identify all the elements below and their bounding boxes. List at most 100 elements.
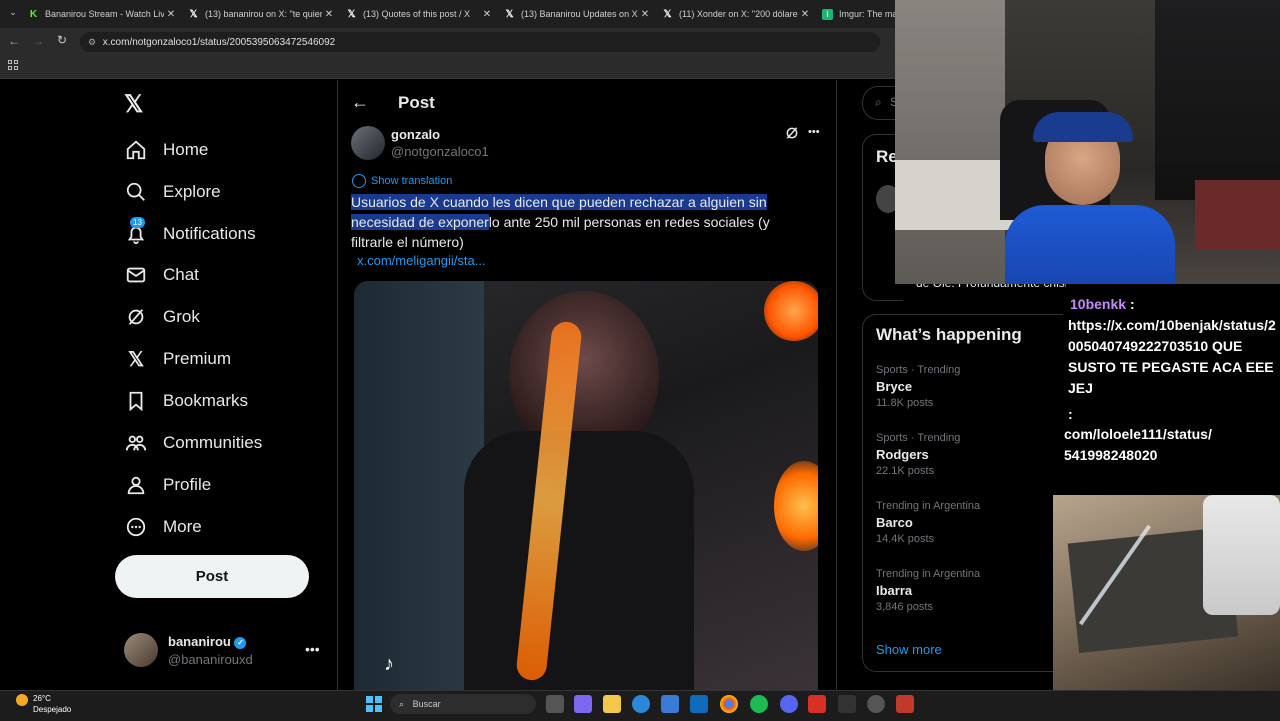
forward-arrow-icon[interactable]: → bbox=[32, 34, 44, 48]
back-arrow-icon[interactable]: ← bbox=[351, 92, 369, 113]
sidebar-item-chat[interactable]: Chat bbox=[124, 260, 199, 290]
discord-icon[interactable] bbox=[780, 695, 798, 713]
trend-item[interactable]: Sports · Trending Bryce 11.8K posts bbox=[876, 364, 1046, 409]
grok-icon[interactable] bbox=[785, 126, 799, 140]
windows-start-icon[interactable] bbox=[366, 696, 382, 712]
edge-icon[interactable] bbox=[632, 695, 650, 713]
sidebar-item-bookmarks[interactable]: Bookmarks bbox=[124, 386, 248, 416]
file-explorer-icon[interactable] bbox=[603, 695, 621, 713]
apps-grid-icon[interactable] bbox=[8, 60, 18, 70]
sidebar-item-label: Explore bbox=[163, 182, 221, 201]
trend-item[interactable]: Trending in Argentina Barco 14.4K posts bbox=[876, 500, 1046, 545]
sidebar-item-communities[interactable]: Communities bbox=[124, 428, 262, 458]
tab-label: (11) Xonder on X: "200 dólares bbox=[679, 9, 798, 19]
sidebar-item-explore[interactable]: Explore bbox=[124, 177, 221, 207]
post-link[interactable]: x.com/meligangii/sta... bbox=[357, 253, 486, 268]
x-icon: 𝕏 bbox=[663, 8, 672, 20]
app-icon[interactable] bbox=[838, 695, 856, 713]
sidebar-item-premium[interactable]: 𝕏 Premium bbox=[124, 344, 231, 374]
chat-line: 541998248020 bbox=[1064, 447, 1158, 463]
avatar[interactable] bbox=[124, 633, 158, 667]
back-arrow-icon[interactable]: ← bbox=[8, 34, 20, 48]
sidebar-item-label: Chat bbox=[163, 265, 199, 284]
chat-line: 005040749222703510 QUE bbox=[1068, 338, 1243, 354]
author-avatar[interactable] bbox=[351, 126, 385, 160]
close-icon[interactable]: ✕ bbox=[480, 9, 494, 20]
chrome-icon[interactable] bbox=[720, 695, 738, 713]
obs-icon[interactable] bbox=[867, 695, 885, 713]
whats-happening-title: What’s happening bbox=[876, 325, 1022, 344]
post-text-line-2b: lo ante 250 mil personas en redes social… bbox=[488, 214, 770, 230]
tab-1[interactable]: K Bananirou Stream - Watch Live ✕ bbox=[28, 4, 178, 24]
verified-badge-icon: ✓ bbox=[234, 636, 247, 649]
trend-item[interactable]: Trending in Argentina Ibarra 3,846 posts bbox=[876, 568, 1046, 613]
chat-message-body: com/loloele111/status/ 541998248020 bbox=[1064, 424, 1278, 466]
url-text: x.com/notgonzaloco1/status/2005395063472… bbox=[102, 37, 336, 48]
video-region bbox=[774, 461, 818, 551]
sidebar-item-home[interactable]: Home bbox=[124, 135, 208, 165]
author-name[interactable]: gonzalo bbox=[391, 127, 440, 142]
author-handle[interactable]: @notgonzaloco1 bbox=[391, 144, 489, 159]
webcam-region bbox=[1005, 205, 1175, 284]
mail-icon bbox=[124, 263, 148, 287]
site-info-icon[interactable]: ⚙ bbox=[88, 32, 100, 52]
tab-3[interactable]: 𝕏 (13) Quotes of this post / X ✕ bbox=[346, 4, 494, 24]
tab-4[interactable]: 𝕏 (13) Bananirou Updates on X: " ✕ bbox=[504, 4, 652, 24]
address-bar[interactable]: ⚙ x.com/notgonzaloco1/status/20053950634… bbox=[80, 32, 880, 52]
post-text: Usuarios de X cuando les dicen que puede… bbox=[351, 192, 821, 252]
show-translation-link[interactable]: Show translation bbox=[352, 174, 452, 188]
sidebar-item-label: Home bbox=[163, 140, 209, 159]
trend-category: Sports · Trending bbox=[876, 432, 961, 444]
tab-2[interactable]: 𝕏 (13) bananirou on X: "te quiero ✕ bbox=[188, 4, 336, 24]
post-button[interactable]: Post bbox=[115, 555, 309, 598]
weather-icon[interactable] bbox=[16, 694, 28, 706]
close-icon[interactable]: ✕ bbox=[798, 9, 812, 20]
chat-line: SUSTO TE PEGASTE ACA EEE bbox=[1068, 359, 1274, 375]
show-more-link[interactable]: Show more bbox=[876, 642, 942, 657]
taskbar-search[interactable]: ⌕ Buscar bbox=[390, 694, 536, 714]
imgur-icon: i bbox=[822, 8, 833, 20]
trend-posts: 22.1K posts bbox=[876, 465, 935, 477]
sidebar-item-grok[interactable]: Grok bbox=[124, 302, 200, 332]
close-icon[interactable]: ✕ bbox=[164, 9, 178, 20]
tab-label: (13) Bananirou Updates on X: " bbox=[521, 9, 638, 19]
chat-line: https://x.com/10benjak/status/2 bbox=[1068, 317, 1276, 333]
tab-menu-chevron-icon[interactable]: ⌄ bbox=[5, 7, 21, 21]
sidebar-item-notifications[interactable]: 13 Notifications bbox=[124, 217, 256, 249]
page-title: Post bbox=[398, 93, 435, 112]
copilot-icon[interactable] bbox=[574, 695, 592, 713]
task-view-icon[interactable] bbox=[546, 695, 564, 713]
reload-icon[interactable]: ↻ bbox=[57, 33, 67, 47]
more-options-icon[interactable]: ••• bbox=[808, 126, 820, 138]
sidebar-item-label: Notifications bbox=[163, 224, 256, 243]
bell-icon: 13 bbox=[124, 217, 148, 246]
sidebar-item-label: Premium bbox=[163, 349, 232, 368]
outlook-icon[interactable] bbox=[690, 695, 708, 713]
tab-5[interactable]: 𝕏 (11) Xonder on X: "200 dólares ✕ bbox=[662, 4, 812, 24]
x-icon: 𝕏 bbox=[189, 8, 198, 20]
chat-line: JEJ bbox=[1068, 380, 1093, 396]
app-icon[interactable] bbox=[896, 695, 914, 713]
app-icon[interactable] bbox=[808, 695, 826, 713]
close-icon[interactable]: ✕ bbox=[638, 9, 652, 20]
sidebar-item-profile[interactable]: Profile bbox=[124, 470, 211, 500]
sidebar-item-label: Grok bbox=[163, 307, 200, 326]
post-video[interactable]: ♪ bbox=[354, 281, 818, 690]
x-icon: 𝕏 bbox=[347, 8, 356, 20]
webcam-region bbox=[895, 0, 1005, 284]
weather-widget[interactable]: 26°C Despejado bbox=[33, 693, 71, 715]
store-icon[interactable] bbox=[661, 695, 679, 713]
webcam-overlay bbox=[895, 0, 1280, 284]
trend-name: Rodgers bbox=[876, 447, 929, 462]
account-menu-icon[interactable]: ••• bbox=[305, 641, 320, 657]
close-icon[interactable]: ✕ bbox=[322, 9, 336, 20]
x-logo-icon[interactable]: 𝕏 bbox=[124, 92, 150, 118]
tab-6[interactable]: i Imgur: The mag bbox=[822, 4, 897, 24]
notification-badge: 13 bbox=[130, 217, 145, 228]
webcam-region bbox=[1155, 0, 1280, 200]
spotify-icon[interactable] bbox=[750, 695, 768, 713]
secondary-video-overlay bbox=[1053, 495, 1280, 690]
trend-item[interactable]: Sports · Trending Rodgers 22.1K posts bbox=[876, 432, 1046, 477]
sidebar-item-more[interactable]: More bbox=[124, 512, 202, 542]
chat-message: 10benkk : bbox=[1070, 294, 1280, 315]
